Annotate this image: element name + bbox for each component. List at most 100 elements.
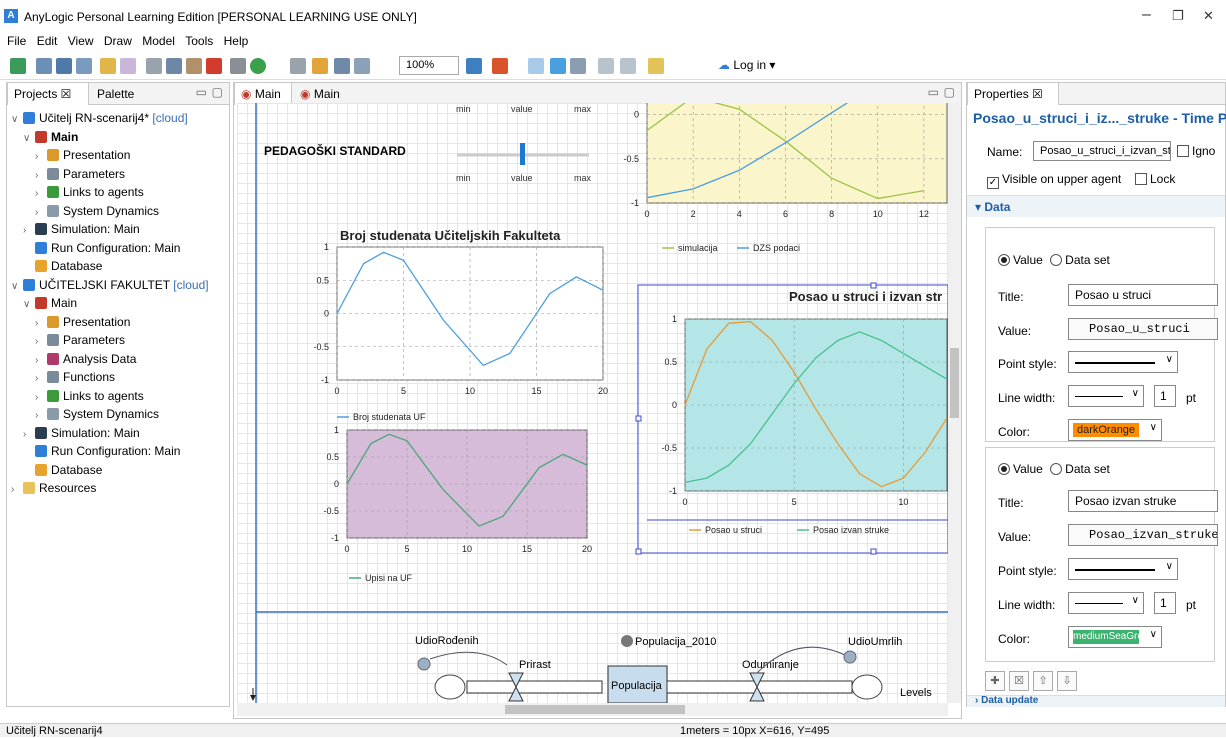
title-input-1[interactable]: Posao u struci (1068, 284, 1218, 306)
align-icon[interactable] (598, 58, 614, 74)
title-input-2[interactable]: Posao izvan struke (1068, 490, 1218, 512)
snap-icon[interactable] (550, 58, 566, 74)
maximize-button[interactable]: ❐ (1172, 8, 1184, 24)
collapsed-chevron-icon[interactable]: › (35, 185, 47, 203)
point-style-select-2[interactable]: ∨ (1068, 558, 1178, 580)
save-icon[interactable] (56, 58, 72, 74)
expanded-chevron-icon[interactable]: ∨ (11, 278, 23, 296)
maximize-view-icon[interactable]: ▢ (212, 85, 223, 99)
udio-rodenih-variable[interactable] (418, 658, 430, 670)
tree-item[interactable]: ∨Main (23, 294, 77, 312)
time-plot-4[interactable]: 051010.50-0.5-1Posao u struciPosao izvan… (661, 289, 947, 535)
point-style-select-1[interactable]: ∨ (1068, 351, 1178, 373)
udio-umrlih-variable[interactable] (844, 651, 856, 663)
color-select-1[interactable]: darkOrange∨ (1068, 419, 1162, 441)
tree-item[interactable]: ∨UČITELJSKI FAKULTET [cloud] (11, 276, 209, 294)
build-icon[interactable] (230, 58, 246, 74)
undo-icon[interactable] (100, 58, 116, 74)
hint-icon[interactable] (648, 58, 664, 74)
menu-view[interactable]: View (68, 32, 94, 50)
zoom-icon[interactable] (354, 58, 370, 74)
highlight-icon[interactable] (492, 58, 508, 74)
collapsed-chevron-icon[interactable]: › (11, 481, 23, 499)
tree-item[interactable]: Run Configuration: Main (23, 239, 180, 257)
tree-item[interactable]: ∨Main (23, 128, 78, 146)
tree-item[interactable]: ›Parameters (35, 331, 125, 349)
close-button[interactable]: ✕ (1203, 8, 1214, 24)
ignore-checkbox[interactable]: Igno (1177, 144, 1215, 158)
minimize-view-icon[interactable]: ▭ (928, 85, 939, 99)
tree-item[interactable]: ›Links to agents (35, 183, 144, 201)
collapsed-chevron-icon[interactable]: › (35, 333, 47, 351)
delete-icon[interactable] (206, 58, 222, 74)
lock-checkbox[interactable]: Lock (1135, 172, 1175, 186)
value-radio-1[interactable]: Value Data set (998, 253, 1110, 267)
value-input-2[interactable]: Posao_izvan_struke (1068, 524, 1218, 546)
zoom-in-icon[interactable] (466, 58, 482, 74)
editor-vscrollbar[interactable] (948, 103, 961, 703)
stop-icon[interactable] (290, 58, 306, 74)
collapsed-chevron-icon[interactable]: › (35, 407, 47, 425)
slider-thumb[interactable] (520, 143, 525, 165)
tree-item[interactable]: ›Links to agents (35, 387, 144, 405)
expanded-chevron-icon[interactable]: ∨ (23, 130, 35, 148)
tree-item[interactable]: ›Presentation (35, 146, 130, 164)
populacija-2010-icon[interactable] (621, 635, 633, 647)
tab-projects[interactable]: Projects ☒ (7, 83, 89, 105)
menu-tools[interactable]: Tools (185, 32, 213, 50)
expanded-chevron-icon[interactable]: ∨ (11, 111, 23, 129)
name-input[interactable]: Posao_u_struci_i_izvan_stru (1033, 141, 1171, 161)
time-plot-3[interactable]: 0510152010.50-0.5-1Upisi na UF (323, 425, 592, 583)
tab-palette[interactable]: Palette (91, 83, 140, 105)
time-plot-1[interactable]: 0246810120-0.5-1simulacijaDZS podaci (623, 103, 947, 253)
value-radio-2[interactable]: Value Data set (998, 462, 1110, 476)
minimize-button[interactable]: – (1142, 6, 1151, 24)
cut-icon[interactable] (146, 58, 162, 74)
distribute-icon[interactable] (620, 58, 636, 74)
wand-icon[interactable] (312, 58, 328, 74)
line-width-input-1[interactable]: 1 (1154, 385, 1176, 407)
zoom-fit-icon[interactable] (334, 58, 350, 74)
value-input-1[interactable]: Posao_u_struci (1068, 318, 1218, 340)
new-model-icon[interactable] (10, 58, 26, 74)
tab-properties[interactable]: Properties ☒ (967, 83, 1059, 105)
line-width-select-1[interactable]: ∨ (1068, 385, 1144, 407)
collapsed-chevron-icon[interactable]: › (35, 370, 47, 388)
color-select-2[interactable]: mediumSeaGreen∨ (1068, 626, 1162, 648)
collapsed-chevron-icon[interactable]: › (35, 148, 47, 166)
tree-item[interactable]: Database (23, 461, 102, 479)
tree-item[interactable]: ›Presentation (35, 313, 130, 331)
visible-checkbox[interactable]: ✓Visible on upper agent (987, 172, 1121, 189)
data-update-section[interactable]: › Data update (967, 695, 1225, 707)
menu-draw[interactable]: Draw (104, 32, 132, 50)
collapsed-chevron-icon[interactable]: › (35, 315, 47, 333)
graphical-editor-canvas[interactable]: min value max PEDAGOŠKI STANDARD min val… (237, 103, 948, 703)
maximize-view-icon[interactable]: ▢ (944, 85, 955, 99)
collapsed-chevron-icon[interactable]: › (35, 167, 47, 185)
run-icon[interactable] (250, 58, 266, 74)
layers-icon[interactable] (570, 58, 586, 74)
tree-item[interactable]: ›Parameters (35, 165, 125, 183)
menu-model[interactable]: Model (142, 32, 175, 50)
move-down-icon[interactable]: ⇩ (1057, 671, 1077, 691)
move-up-icon[interactable]: ⇧ (1033, 671, 1053, 691)
vscroll-thumb[interactable] (950, 348, 959, 418)
tab-main-1[interactable]: ◉ Main ☒ (234, 83, 292, 105)
menu-help[interactable]: Help (224, 32, 249, 50)
tree-item[interactable]: ∨Učitelj RN-scenarij4* [cloud] (11, 109, 188, 127)
tab-main-2[interactable]: ◉ Main (294, 83, 346, 105)
tree-item[interactable]: ›Analysis Data (35, 350, 136, 368)
slider[interactable] (457, 143, 589, 165)
collapsed-chevron-icon[interactable]: › (35, 389, 47, 407)
line-width-input-2[interactable]: 1 (1154, 592, 1176, 614)
save-all-icon[interactable] (76, 58, 92, 74)
collapsed-chevron-icon[interactable]: › (23, 222, 35, 240)
time-plot-2[interactable]: 0510152010.50-0.5-1Broj studenata UFBroj… (313, 228, 608, 422)
menu-edit[interactable]: Edit (37, 32, 58, 50)
minimize-view-icon[interactable]: ▭ (196, 85, 207, 99)
expanded-chevron-icon[interactable]: ∨ (23, 296, 35, 314)
data-section-header[interactable]: ▾ Data (967, 195, 1225, 217)
copy-icon[interactable] (166, 58, 182, 74)
collapsed-chevron-icon[interactable]: › (23, 426, 35, 444)
hscroll-thumb[interactable] (505, 705, 685, 714)
